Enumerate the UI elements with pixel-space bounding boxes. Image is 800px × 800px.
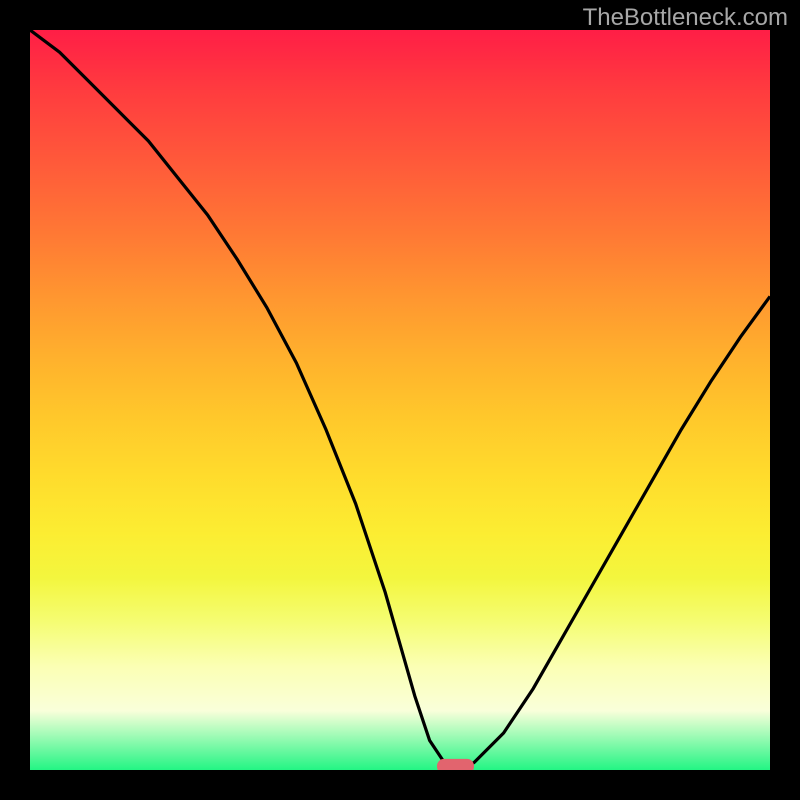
plot-area [30, 30, 770, 770]
bottleneck-curve [30, 30, 770, 770]
watermark-label: TheBottleneck.com [583, 4, 788, 32]
minimum-marker [437, 759, 474, 770]
plot-svg [30, 30, 770, 770]
